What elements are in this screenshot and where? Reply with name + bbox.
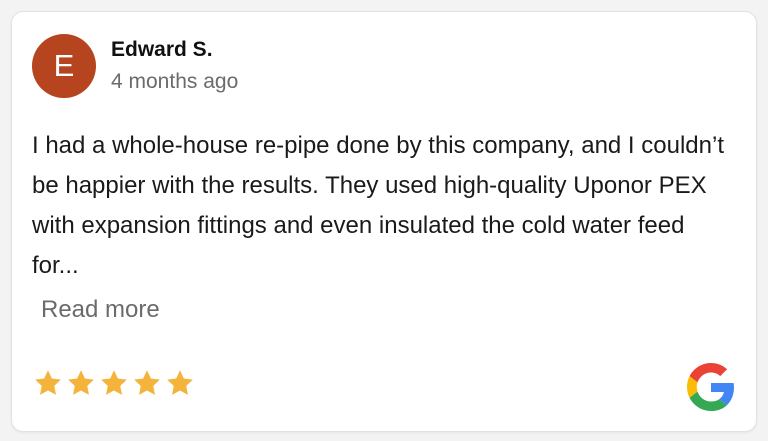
google-icon: [687, 363, 734, 411]
star-icon: [101, 370, 127, 395]
star-icon: [167, 370, 193, 395]
star-rating: [33, 368, 195, 398]
star-icon: [35, 370, 61, 395]
read-more-link[interactable]: Read more: [41, 296, 160, 324]
star-icon: [68, 370, 94, 395]
review-text: I had a whole-house re-pipe done by this…: [32, 132, 724, 279]
avatar: E: [32, 34, 96, 98]
review-card: E Edward S. 4 months ago I had a whole-h…: [11, 11, 757, 432]
star-icon: [134, 370, 160, 395]
review-date: 4 months ago: [111, 70, 239, 93]
reviewer-name: Edward S.: [111, 38, 213, 61]
